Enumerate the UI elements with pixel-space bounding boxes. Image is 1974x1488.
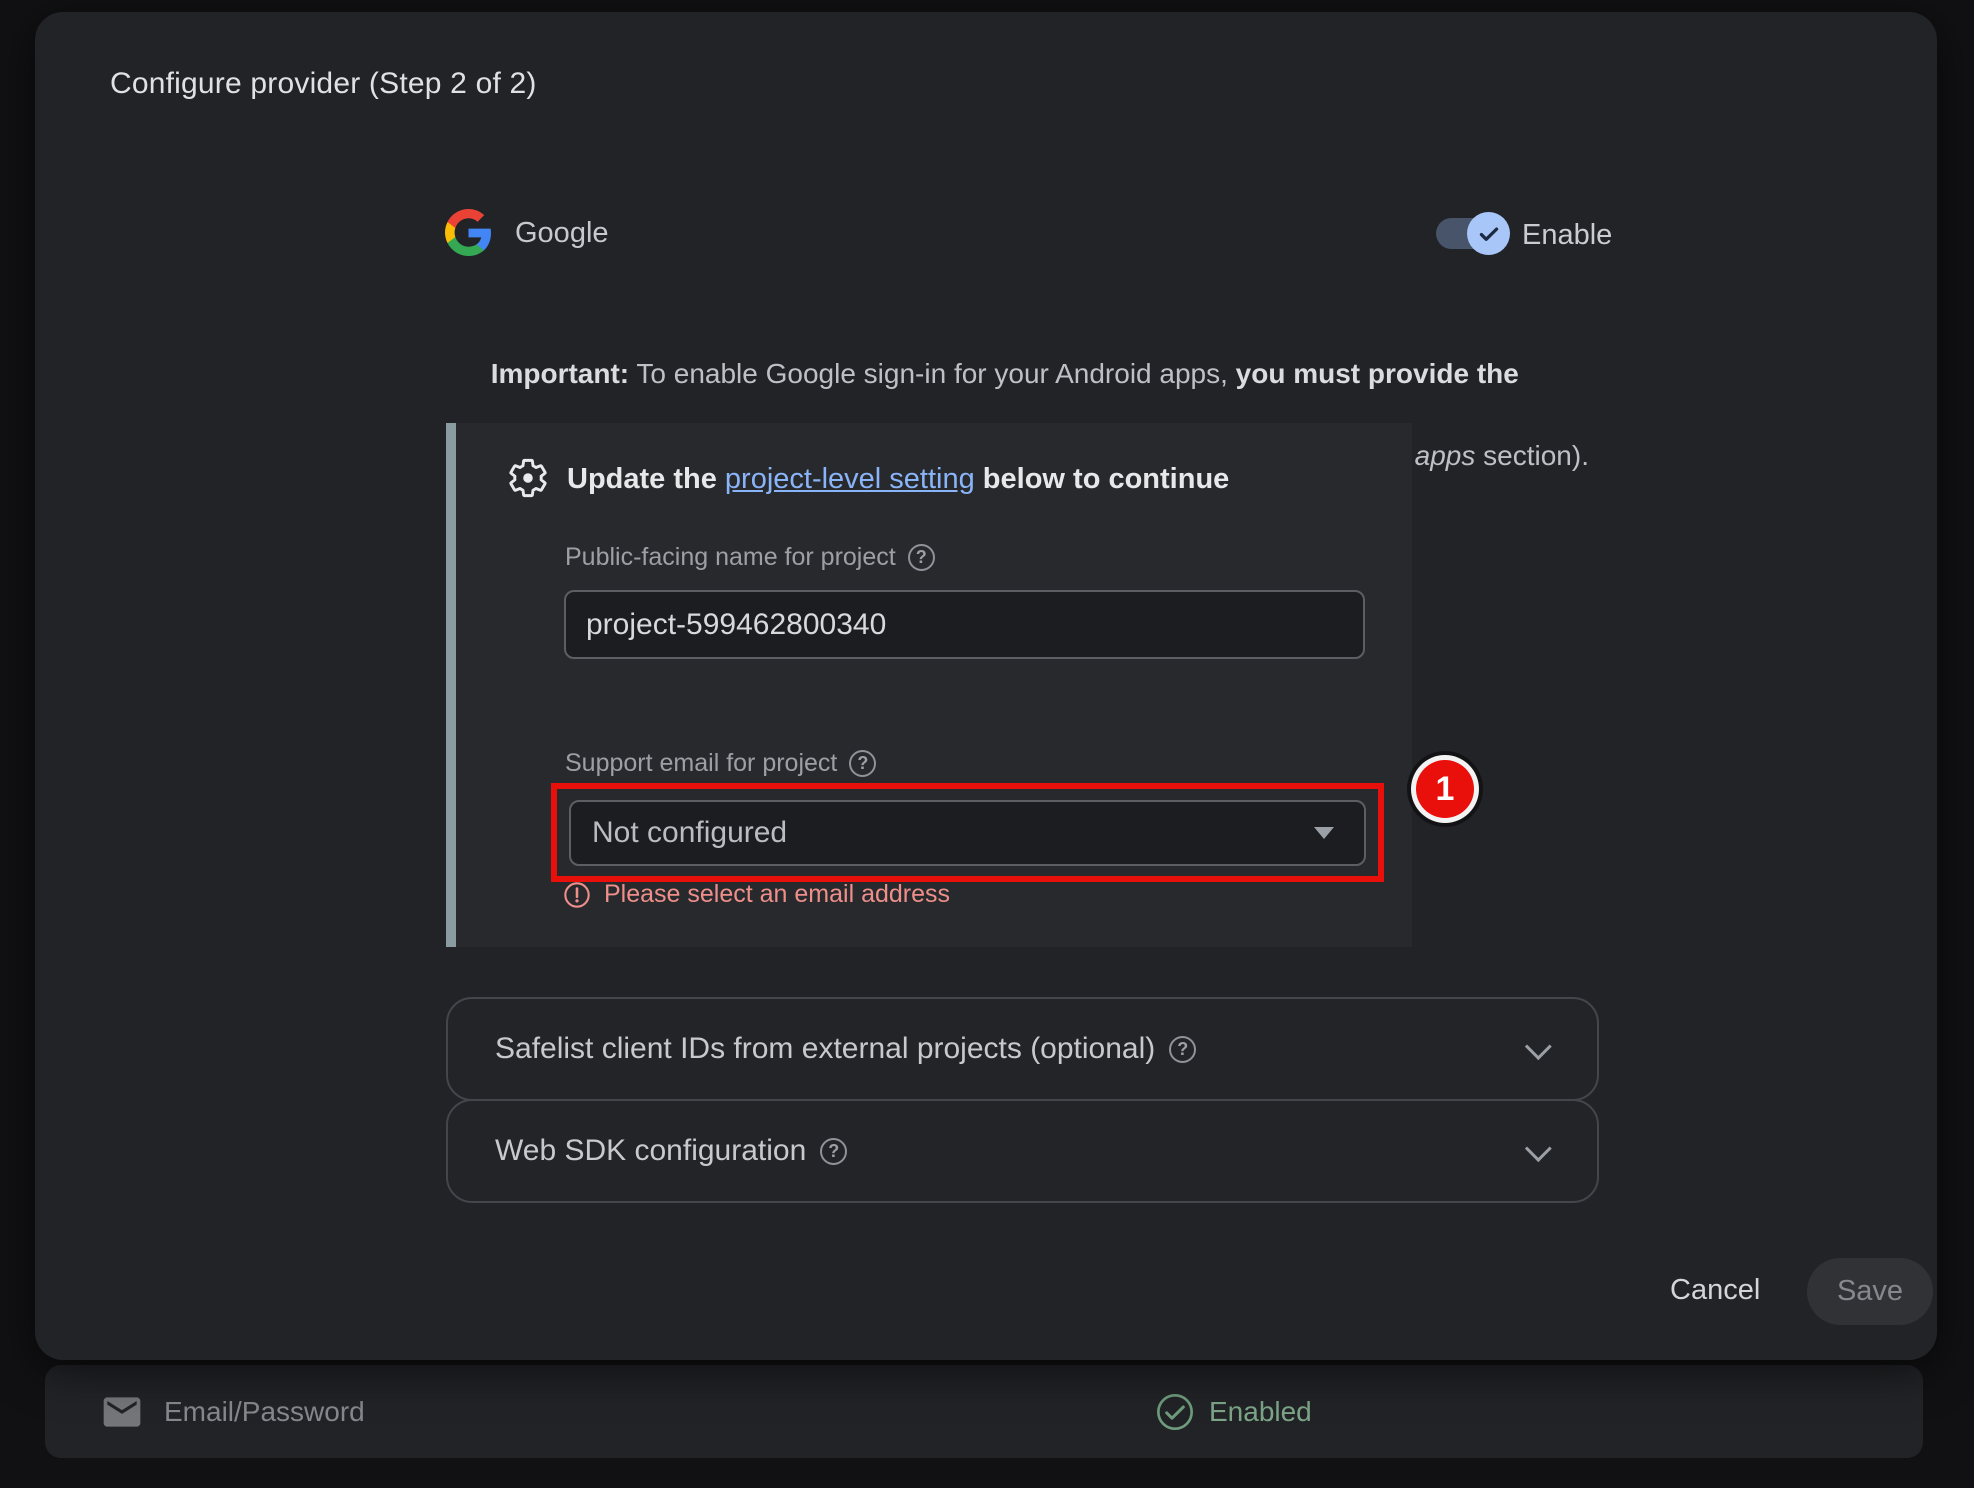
enable-label: Enable (1522, 219, 1612, 252)
help-icon[interactable] (820, 1138, 847, 1165)
email-icon (100, 1390, 144, 1434)
error-text: Please select an email address (604, 880, 950, 909)
callout-heading-text: below to continue (975, 463, 1230, 495)
accordion-web-sdk-configuration[interactable]: Web SDK configuration (446, 1099, 1599, 1203)
support-email-value: Not configured (571, 816, 1314, 850)
public-name-label: Public-facing name for project (565, 543, 935, 572)
annotation-badge-number: 1 (1436, 770, 1455, 809)
provider-row-email-password[interactable]: Email/Password Enabled (45, 1365, 1923, 1458)
toggle-check-icon (1476, 221, 1502, 247)
callout-heading: Update the project-level setting below t… (567, 463, 1229, 496)
notice-bold: you must provide the (1236, 358, 1519, 389)
save-button[interactable]: Save (1807, 1258, 1933, 1325)
provider-status: Enabled (1155, 1365, 1312, 1458)
google-logo-icon (445, 209, 492, 256)
help-icon[interactable] (1169, 1036, 1196, 1063)
notice-important: Important: (491, 358, 629, 389)
public-name-label-text: Public-facing name for project (565, 543, 896, 572)
project-level-setting-link[interactable]: project-level setting (725, 463, 975, 495)
accordion-websdk-label: Web SDK configuration (495, 1134, 847, 1168)
accordion-websdk-text: Web SDK configuration (495, 1134, 806, 1168)
public-name-input[interactable] (564, 590, 1365, 659)
notice-text: To enable Google sign-in for your Androi… (629, 358, 1236, 389)
provider-name-label: Google (515, 217, 609, 250)
check-circle-icon (1155, 1392, 1195, 1432)
enable-toggle[interactable] (1436, 218, 1502, 249)
chevron-down-icon (1525, 1033, 1552, 1060)
screen: Email/Password Enabled Configure provide… (0, 0, 1974, 1488)
help-icon[interactable] (849, 750, 876, 777)
accordion-safelist-client-ids[interactable]: Safelist client IDs from external projec… (446, 997, 1599, 1101)
status-badge: Enabled (1209, 1396, 1312, 1428)
configure-provider-dialog: Configure provider (Step 2 of 2) Google … (35, 12, 1937, 1360)
gear-icon (506, 456, 550, 500)
dropdown-caret-icon (1314, 827, 1334, 839)
provider-row-label: Email/Password (164, 1396, 365, 1428)
support-email-label: Support email for project (565, 749, 876, 778)
support-email-error: Please select an email address (563, 880, 950, 909)
providers-table-card: Email/Password Enabled (45, 1365, 1923, 1458)
support-email-label-text: Support email for project (565, 749, 837, 778)
accordion-safelist-text: Safelist client IDs from external projec… (495, 1032, 1155, 1066)
help-icon[interactable] (908, 544, 935, 571)
cancel-button[interactable]: Cancel (1648, 1264, 1782, 1317)
error-icon (563, 881, 591, 909)
annotation-badge-1: 1 (1416, 760, 1474, 818)
support-email-select[interactable]: Not configured (569, 800, 1366, 866)
dialog-title: Configure provider (Step 2 of 2) (110, 67, 537, 101)
chevron-down-icon (1525, 1135, 1552, 1162)
notice-text: section). (1475, 440, 1589, 471)
accordion-safelist-label: Safelist client IDs from external projec… (495, 1032, 1196, 1066)
toggle-thumb (1467, 212, 1510, 255)
callout-heading-text: Update the (567, 463, 725, 495)
